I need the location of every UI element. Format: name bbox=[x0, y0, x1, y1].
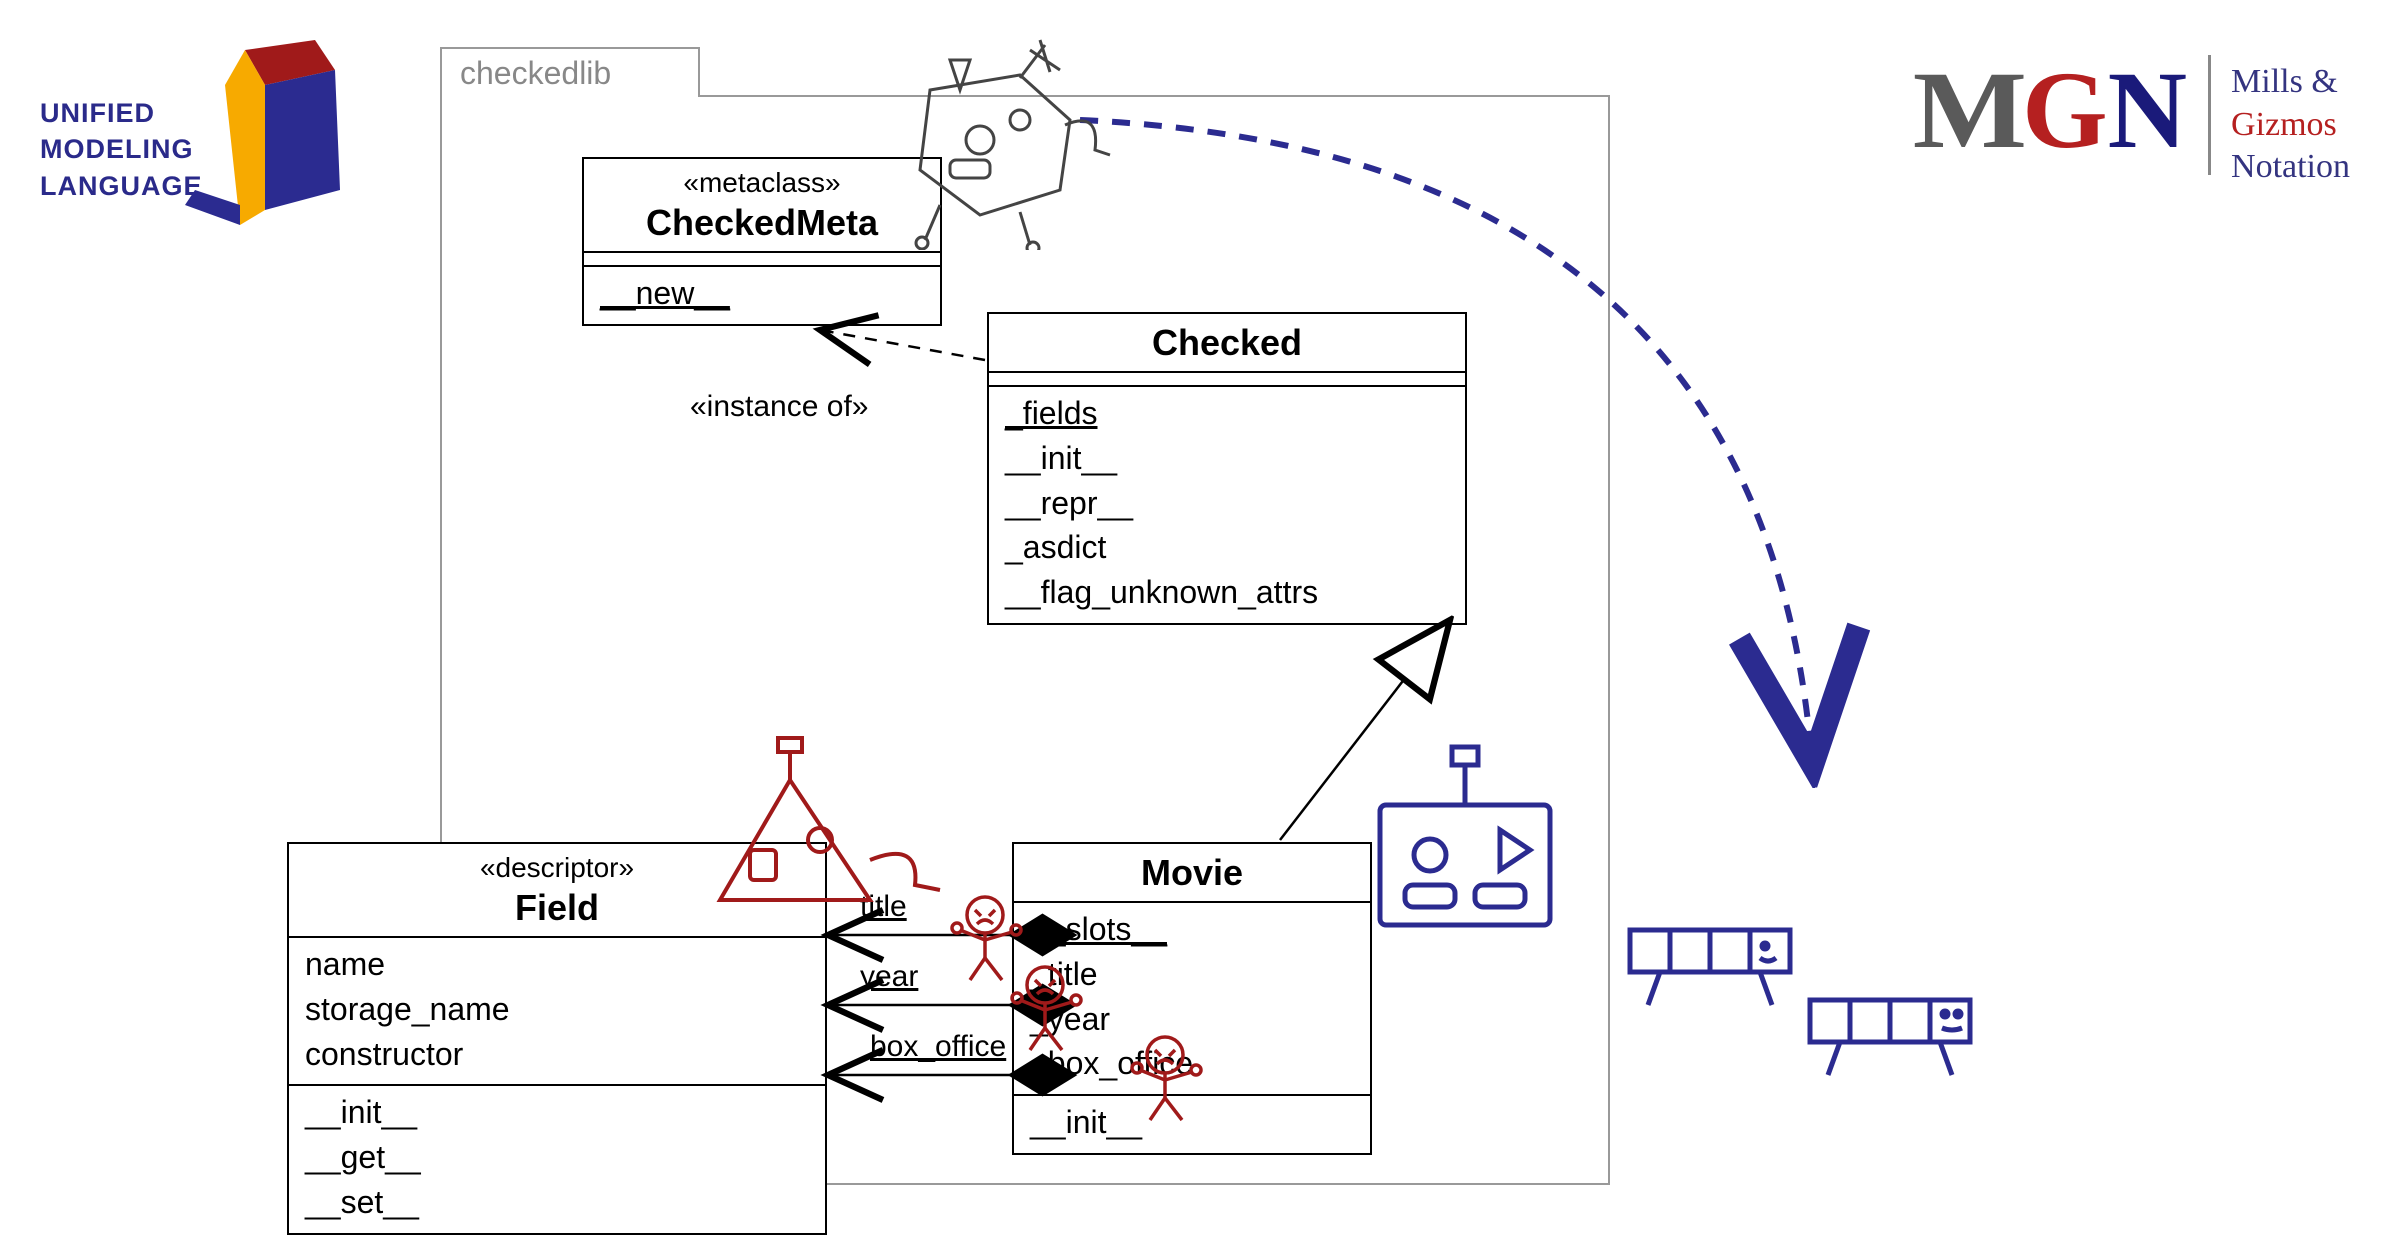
attr: storage_name bbox=[305, 987, 809, 1032]
member: __flag_unknown_attrs bbox=[1005, 570, 1449, 615]
class-movie: Movie __slots__ _title _year _box_office… bbox=[1012, 842, 1372, 1155]
method: __init__ bbox=[1030, 1100, 1354, 1145]
class-name: CheckedMeta bbox=[598, 200, 926, 245]
class-name: Checked bbox=[1003, 320, 1451, 365]
members: __slots__ _title _year _box_office bbox=[1014, 903, 1370, 1096]
attr: constructor bbox=[305, 1032, 809, 1077]
mgn-instance2-icon bbox=[1800, 980, 1990, 1090]
mgn-letters: MGN bbox=[1918, 55, 2187, 165]
uml-line1: UNIFIED bbox=[40, 95, 203, 131]
member: _title bbox=[1030, 952, 1354, 997]
member: __slots__ bbox=[1030, 907, 1354, 952]
mgn-logo: MGN Mills & Gizmos Notation bbox=[1918, 55, 2350, 189]
uml-line3: LANGUAGE bbox=[40, 168, 203, 204]
methods: __new__ bbox=[584, 267, 940, 324]
mgn-line1: Mills & bbox=[2231, 61, 2350, 104]
assoc-title-label: title bbox=[860, 890, 907, 924]
methods: __init__ bbox=[1014, 1096, 1370, 1153]
empty-attrs bbox=[989, 373, 1465, 387]
package-tab: checkedlib bbox=[440, 47, 700, 97]
method: __get__ bbox=[305, 1135, 809, 1180]
class-field: «descriptor» Field name storage_name con… bbox=[287, 842, 827, 1235]
mgn-text: Mills & Gizmos Notation bbox=[2231, 55, 2350, 189]
assoc-year-label: year bbox=[860, 960, 918, 994]
method-new: __new__ bbox=[600, 271, 924, 316]
stereotype: «descriptor» bbox=[303, 850, 811, 885]
package-checkedlib: checkedlib «metaclass» CheckedMeta __new… bbox=[440, 95, 1610, 1185]
class-head: Checked bbox=[989, 314, 1465, 373]
instance-of-label: «instance of» bbox=[690, 390, 868, 424]
class-name: Movie bbox=[1028, 850, 1356, 895]
member: _year bbox=[1030, 997, 1354, 1042]
methods: __init__ __get__ __set__ bbox=[289, 1086, 825, 1232]
class-name: Field bbox=[303, 885, 811, 930]
class-head: «metaclass» CheckedMeta bbox=[584, 159, 940, 253]
class-head: Movie bbox=[1014, 844, 1370, 903]
mgn-line2: Gizmos bbox=[2231, 104, 2350, 147]
mgn-instance1-icon bbox=[1620, 910, 1810, 1020]
attr: name bbox=[305, 942, 809, 987]
attrs: name storage_name constructor bbox=[289, 938, 825, 1086]
class-checkedmeta: «metaclass» CheckedMeta __new__ bbox=[582, 157, 942, 326]
stereotype: «metaclass» bbox=[598, 165, 926, 200]
empty-attrs bbox=[584, 253, 940, 267]
member: _asdict bbox=[1005, 525, 1449, 570]
mgn-separator bbox=[2208, 55, 2211, 175]
class-head: «descriptor» Field bbox=[289, 844, 825, 938]
member: __init__ bbox=[1005, 436, 1449, 481]
method: __set__ bbox=[305, 1180, 809, 1225]
uml-logo: UNIFIED MODELING LANGUAGE bbox=[40, 40, 320, 230]
method: __init__ bbox=[305, 1090, 809, 1135]
member: __repr__ bbox=[1005, 481, 1449, 526]
uml-logo-text: UNIFIED MODELING LANGUAGE bbox=[40, 95, 203, 204]
member: _box_office bbox=[1030, 1041, 1354, 1086]
member: _fields bbox=[1005, 391, 1449, 436]
class-checked: Checked _fields __init__ __repr__ _asdic… bbox=[987, 312, 1467, 625]
uml-cube-icon bbox=[185, 40, 345, 230]
assoc-boxoffice-label: box_office bbox=[870, 1030, 1006, 1064]
members: _fields __init__ __repr__ _asdict __flag… bbox=[989, 387, 1465, 623]
uml-line2: MODELING bbox=[40, 131, 203, 167]
mgn-line3: Notation bbox=[2231, 146, 2350, 189]
